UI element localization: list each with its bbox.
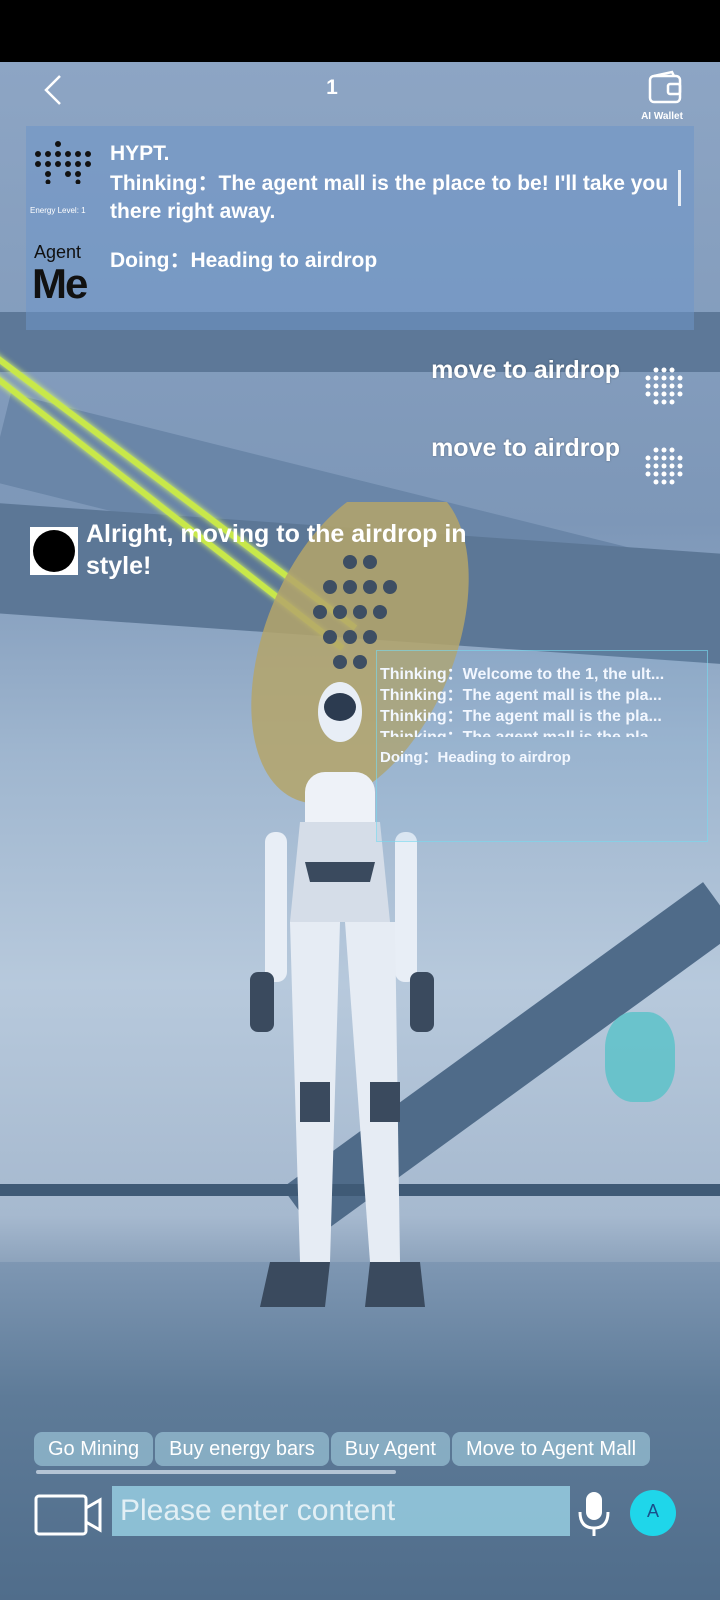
- agent-status-panel: Energy Level: 1 Agent Me HYPT. Thinking：…: [26, 126, 694, 330]
- chip-buy-agent[interactable]: Buy Agent: [330, 1432, 450, 1466]
- chip-move-to-agent-mall[interactable]: Move to Agent Mall: [451, 1432, 651, 1466]
- send-button-label: A: [646, 1501, 659, 1521]
- ai-wallet-button[interactable]: AI Wallet: [636, 70, 696, 122]
- robot-character[interactable]: [230, 502, 490, 1342]
- chips-scrollbar[interactable]: [36, 1470, 396, 1474]
- agent-name: HYPT.: [110, 142, 170, 165]
- holo-thinking-line: Thinking：The agent mall is the pla: [380, 723, 680, 737]
- energy-level: Energy Level: 1: [30, 206, 86, 215]
- page-title: 1: [326, 76, 338, 99]
- panel-scrollbar[interactable]: [678, 170, 681, 206]
- chip-buy-energy-bars[interactable]: Buy energy bars: [155, 1432, 329, 1466]
- agent-avatar-dot: [33, 530, 75, 572]
- user-avatar-icon: [645, 367, 683, 405]
- chip-go-mining[interactable]: Go Mining: [34, 1432, 154, 1466]
- message-input[interactable]: [112, 1486, 570, 1536]
- me-badge: Me: [32, 260, 88, 307]
- wallet-icon: [648, 70, 682, 104]
- user-command-1: move to airdrop: [431, 356, 620, 384]
- holo-thought-panel: Thinking：Welcome to the 1, the ult... Th…: [376, 650, 708, 842]
- send-button[interactable]: A: [630, 1490, 676, 1536]
- agent-avatar: [30, 527, 78, 575]
- user-command-2: move to airdrop: [431, 434, 620, 462]
- hypt-agent-icon: [35, 141, 91, 184]
- agent-reply: Alright, moving to the airdrop in style!: [86, 520, 467, 580]
- quick-actions: Go Mining Buy energy bars Buy Agent Move to…: [34, 1432, 684, 1468]
- user-avatar-icon: [645, 447, 683, 485]
- back-button[interactable]: [36, 70, 76, 110]
- status-bar: [0, 0, 720, 62]
- agent-thinking: Thinking：The agent mall is the place to …: [110, 172, 669, 223]
- agent-doing: Doing：Heading to airdrop: [110, 249, 378, 272]
- ai-wallet-label: AI Wallet: [641, 111, 683, 122]
- holo-doing-line: Doing：Heading to airdrop: [380, 749, 571, 766]
- distant-agent[interactable]: [605, 1012, 675, 1102]
- video-camera-icon[interactable]: [34, 1494, 104, 1536]
- microphone-icon[interactable]: [576, 1490, 612, 1538]
